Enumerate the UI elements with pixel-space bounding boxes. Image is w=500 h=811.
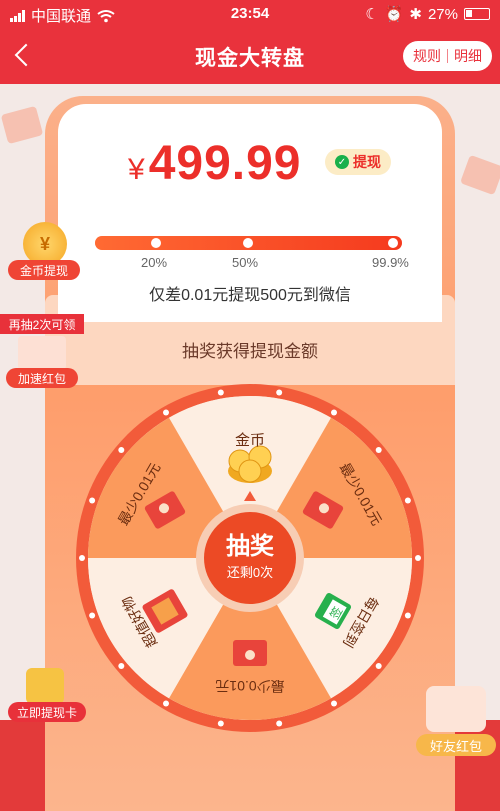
- battery-percent: 27%: [427, 5, 458, 23]
- rim-dot: [118, 662, 125, 669]
- spin-button-label[interactable]: 抽奖: [226, 532, 275, 560]
- rim-dot: [331, 700, 337, 707]
- remaining-text: 仅差0.01元提现500元到微信: [149, 287, 351, 304]
- rim-dot: [217, 720, 224, 727]
- prize-wheel[interactable]: 签 金币最少0.01元每日签到最少0.01元超值好物最少0.01元 抽奖 还剩0…: [75, 383, 425, 733]
- decor-envelope-icon: [459, 154, 500, 196]
- rim-dot: [276, 720, 283, 727]
- status-right: ☾ ⏰ ✱ 27%: [365, 5, 490, 23]
- withdraw-button[interactable]: ✓ 提现: [325, 149, 391, 175]
- rim-dot: [375, 447, 382, 454]
- rim-dot: [404, 612, 411, 619]
- withdraw-label: 提现: [353, 154, 381, 170]
- divider: [447, 49, 448, 63]
- rim-dot: [404, 497, 411, 504]
- friend-envelope-label: 好友红包: [416, 734, 496, 756]
- coin-withdraw-label: 金币提现: [8, 260, 80, 280]
- detail-link[interactable]: 明细: [454, 46, 482, 66]
- rim-dot: [89, 497, 96, 504]
- amount-value: 499.99: [148, 137, 302, 190]
- header-actions: 规则 明细: [403, 41, 492, 71]
- rim-dot: [163, 700, 169, 707]
- decor-envelope-icon: [0, 105, 44, 145]
- progress-tick-999: 99.9%: [372, 255, 409, 270]
- rim-dot: [163, 409, 169, 416]
- progress-dot: [388, 238, 398, 248]
- speed-envelope-label: 加速红包: [6, 368, 78, 388]
- friend-envelope-icon: [426, 686, 486, 732]
- wheel-segment-label: 金币: [235, 432, 265, 449]
- envelope-icon: [18, 336, 66, 370]
- rim-dot: [79, 555, 85, 561]
- currency-symbol: ¥: [128, 153, 145, 186]
- rim-dot: [118, 447, 125, 454]
- speed-envelope-widget[interactable]: 再抽2次可领 加速红包: [0, 314, 84, 388]
- wechat-check-icon: ✓: [335, 155, 349, 169]
- rim-dot: [217, 389, 224, 396]
- battery-icon: [464, 8, 490, 20]
- rim-dot: [375, 662, 382, 669]
- progress-dot: [243, 238, 253, 248]
- withdraw-card-button[interactable]: 立即提现卡: [8, 668, 86, 724]
- spins-remaining: 还剩0次: [227, 565, 273, 580]
- bluetooth-icon: ✱: [409, 6, 422, 23]
- balance-amount: ¥ 499.99: [128, 136, 302, 191]
- rim-dot: [331, 409, 337, 416]
- friend-envelope-button[interactable]: 好友红包: [416, 686, 496, 762]
- red-envelope-icon: [233, 640, 267, 666]
- withdraw-card-label: 立即提现卡: [8, 702, 86, 722]
- rim-dot: [89, 612, 96, 619]
- rim-dot: [276, 389, 283, 396]
- progress-tick-50: 50%: [232, 255, 259, 270]
- status-bar: 中国联通 23:54 ☾ ⏰ ✱ 27%: [0, 0, 500, 28]
- coin-withdraw-button[interactable]: ¥ 金币提现: [8, 222, 80, 284]
- progress-tick-20: 20%: [141, 255, 168, 270]
- progress-dot: [151, 238, 161, 248]
- card-icon: [26, 668, 64, 704]
- wheel-segment-label: 最少0.01元: [215, 678, 284, 694]
- rules-link[interactable]: 规则: [413, 46, 441, 66]
- nav-header: 现金大转盘 规则 明细: [0, 28, 500, 84]
- alarm-icon: ⏰: [384, 6, 404, 23]
- rim-dot: [415, 555, 421, 561]
- extra-spins-tag: 再抽2次可领: [0, 314, 84, 334]
- progress-bar: [95, 236, 402, 250]
- moon-icon: ☾: [365, 6, 379, 23]
